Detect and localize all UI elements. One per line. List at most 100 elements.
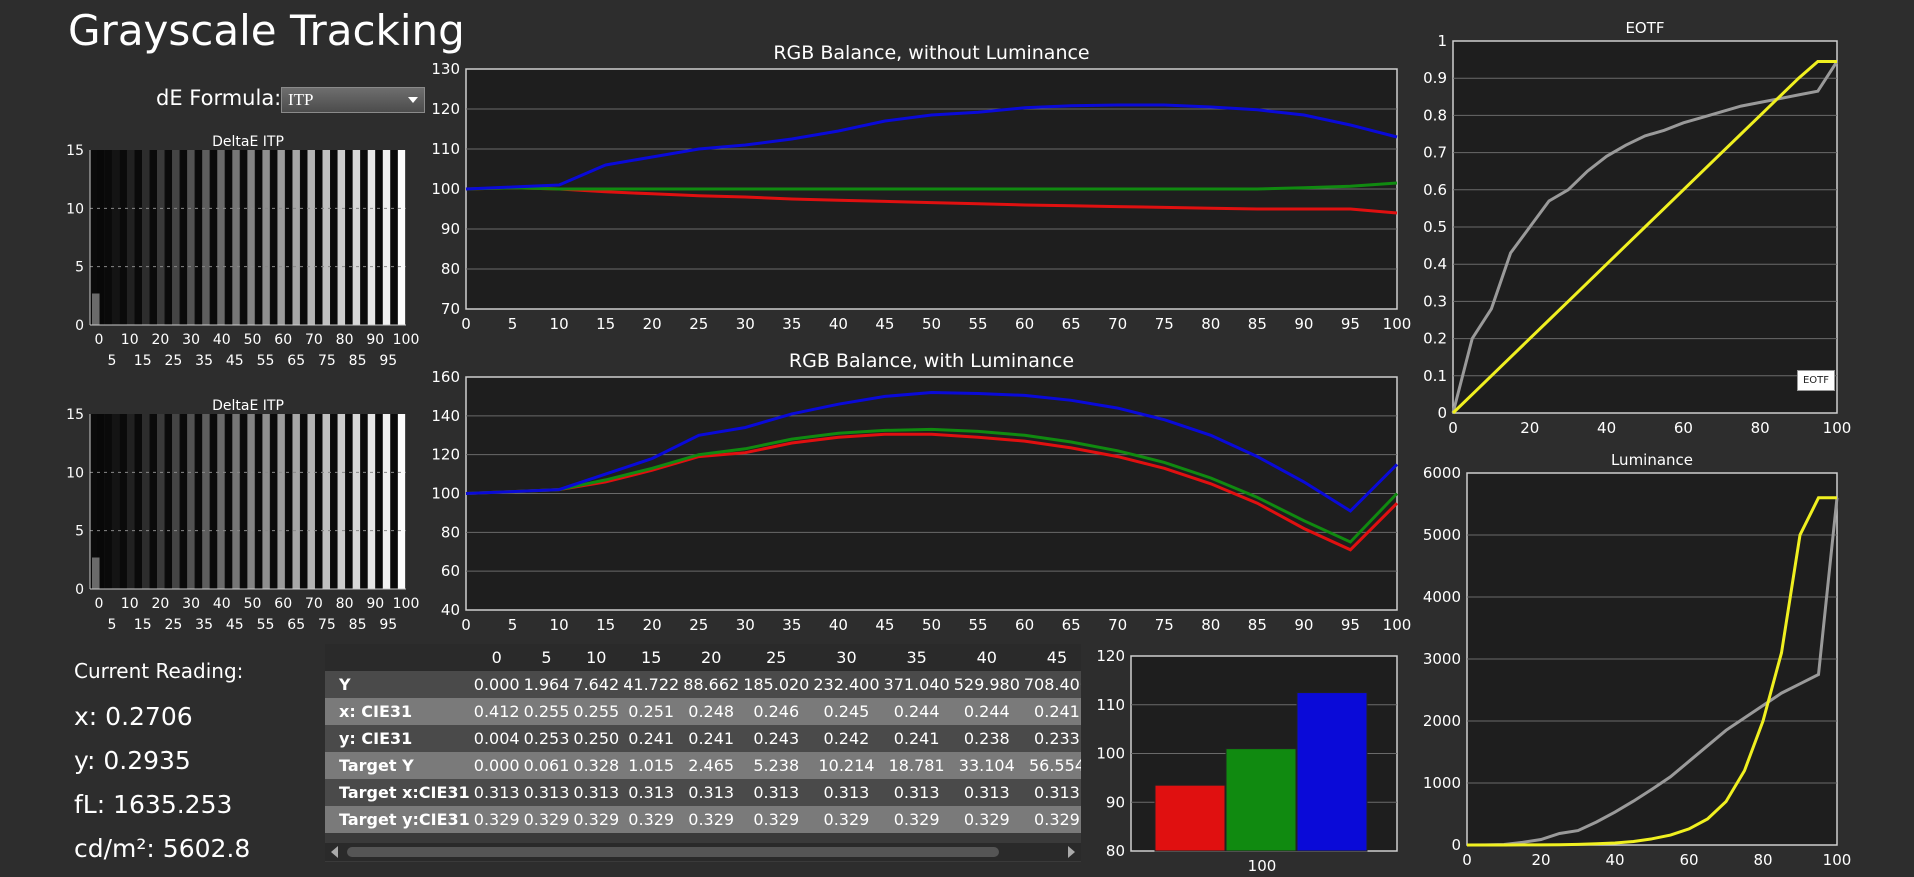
column-header: 45 (1021, 644, 1081, 671)
y-tick-label: 3000 (1423, 650, 1461, 668)
reading-y: y: 0.2935 (74, 746, 191, 775)
table-cell: 0.241 (881, 725, 952, 752)
table-cell: 0.000 (471, 671, 522, 698)
table-cell: 0.243 (741, 725, 812, 752)
measurement-table[interactable]: 0 5 10 15 20 25 30 35 40 45 Y 0.000 1.964 7.642 41.722… (325, 644, 1081, 862)
table-cell: 2.465 (681, 752, 742, 779)
table-cell: 232.400 (811, 671, 882, 698)
row-header: x: CIE31 (325, 698, 472, 725)
table-cell: 0.313 (621, 779, 682, 806)
table-cell: 5.238 (741, 752, 812, 779)
table-cell: 0.255 (521, 698, 572, 725)
table-cell: 88.662 (681, 671, 742, 698)
reading-x: x: 0.2706 (74, 702, 193, 731)
scrollbar-thumb[interactable] (347, 847, 999, 857)
column-header: 5 (521, 644, 572, 671)
data-table: 0 5 10 15 20 25 30 35 40 45 Y 0.000 1.964 7.642 41.722… (325, 644, 1081, 833)
column-header (325, 644, 472, 671)
table-cell: 0.238 (951, 725, 1022, 752)
chart-title: Luminance (1611, 451, 1693, 469)
table-cell: 0.313 (521, 779, 572, 806)
column-header: 40 (951, 644, 1022, 671)
table-cell: 0.255 (571, 698, 622, 725)
eotf-legend: EOTF (1797, 370, 1835, 391)
table-cell: 529.980 (951, 671, 1022, 698)
table-cell: 0.241 (621, 725, 682, 752)
x-tick-label: 100 (1823, 851, 1852, 869)
table-header-row: 0 5 10 15 20 25 30 35 40 45 (325, 644, 1081, 671)
table-cell: 0.313 (741, 779, 812, 806)
table-cell: 0.329 (951, 806, 1022, 833)
table-cell: 0.242 (811, 725, 882, 752)
table-cell: 56.554 (1021, 752, 1081, 779)
table-cell: 0.329 (741, 806, 812, 833)
table-cell: 0.329 (571, 806, 622, 833)
row-header: Target y:CIE31 (325, 806, 472, 833)
x-tick-label: 60 (1679, 851, 1698, 869)
y-tick-label: 6000 (1423, 464, 1461, 482)
x-tick-label: 80 (1753, 851, 1772, 869)
x-tick-label: 0 (1462, 851, 1472, 869)
table-cell: 0.251 (621, 698, 682, 725)
scroll-right-icon[interactable] (1068, 846, 1075, 858)
y-tick-label: 2000 (1423, 712, 1461, 730)
current-reading-panel: Current Reading: x: 0.2706 y: 0.2935 fL:… (74, 659, 250, 871)
x-tick-label: 20 (1531, 851, 1550, 869)
table-cell: 0.313 (951, 779, 1022, 806)
column-header: 30 (811, 644, 882, 671)
row-header: y: CIE31 (325, 725, 472, 752)
y-tick-label: 4000 (1423, 588, 1461, 606)
table-cell: 0.313 (681, 779, 742, 806)
table-cell: 185.020 (741, 671, 812, 698)
table-cell: 0.412 (471, 698, 522, 725)
y-tick-label: 5000 (1423, 526, 1461, 544)
row-header: Target Y (325, 752, 472, 779)
column-header: 20 (681, 644, 742, 671)
table-cell: 0.246 (741, 698, 812, 725)
column-header: 25 (741, 644, 812, 671)
x-tick-label: 40 (1605, 851, 1624, 869)
table-row: Target y:CIE31 0.329 0.329 0.329 0.329 0.329 0… (325, 806, 1081, 833)
column-header: 10 (571, 644, 622, 671)
table-cell: 41.722 (621, 671, 682, 698)
table-cell: 0.313 (811, 779, 882, 806)
table-cell: 0.241 (681, 725, 742, 752)
reading-cdm2: cd/m²: 5602.8 (74, 834, 251, 863)
y-tick-label: 0 (1451, 836, 1461, 854)
table-cell: 371.040 (881, 671, 952, 698)
table-row: x: CIE31 0.412 0.255 0.255 0.251 0.248 0.246 0.… (325, 698, 1081, 725)
table-row: Y 0.000 1.964 7.642 41.722 88.662 185.020 232.4… (325, 671, 1081, 698)
column-header: 0 (471, 644, 522, 671)
table-cell: 0.061 (521, 752, 572, 779)
table-cell: 0.233 (1021, 725, 1081, 752)
table-cell: 7.642 (571, 671, 622, 698)
table-cell: 0.329 (811, 806, 882, 833)
table-cell: 0.244 (881, 698, 952, 725)
table-cell: 0.250 (571, 725, 622, 752)
table-horizontal-scrollbar[interactable] (325, 843, 1081, 861)
reading-fl: fL: 1635.253 (74, 790, 233, 819)
column-header: 15 (621, 644, 682, 671)
table-cell: 0.253 (521, 725, 572, 752)
table-cell: 0.328 (571, 752, 622, 779)
table-cell: 0.313 (881, 779, 952, 806)
table-cell: 18.781 (881, 752, 952, 779)
table-cell: 0.313 (1021, 779, 1081, 806)
table-cell: 0.313 (571, 779, 622, 806)
table-cell: 0.329 (471, 806, 522, 833)
table-cell: 1.015 (621, 752, 682, 779)
table-cell: 0.248 (681, 698, 742, 725)
table-cell: 33.104 (951, 752, 1022, 779)
scroll-left-icon[interactable] (331, 846, 338, 858)
table-cell: 0.241 (1021, 698, 1081, 725)
table-cell: 10.214 (811, 752, 882, 779)
table-cell: 0.313 (471, 779, 522, 806)
y-tick-label: 1000 (1423, 774, 1461, 792)
current-reading-header: Current Reading: (74, 659, 244, 683)
table-row: Target Y 0.000 0.061 0.328 1.015 2.465 5.238 10… (325, 752, 1081, 779)
table-cell: 0.244 (951, 698, 1022, 725)
table-cell: 0.000 (471, 752, 522, 779)
table-cell: 0.329 (1021, 806, 1081, 833)
table-cell: 0.329 (681, 806, 742, 833)
table-row: y: CIE31 0.004 0.253 0.250 0.241 0.241 0.243 0.… (325, 725, 1081, 752)
